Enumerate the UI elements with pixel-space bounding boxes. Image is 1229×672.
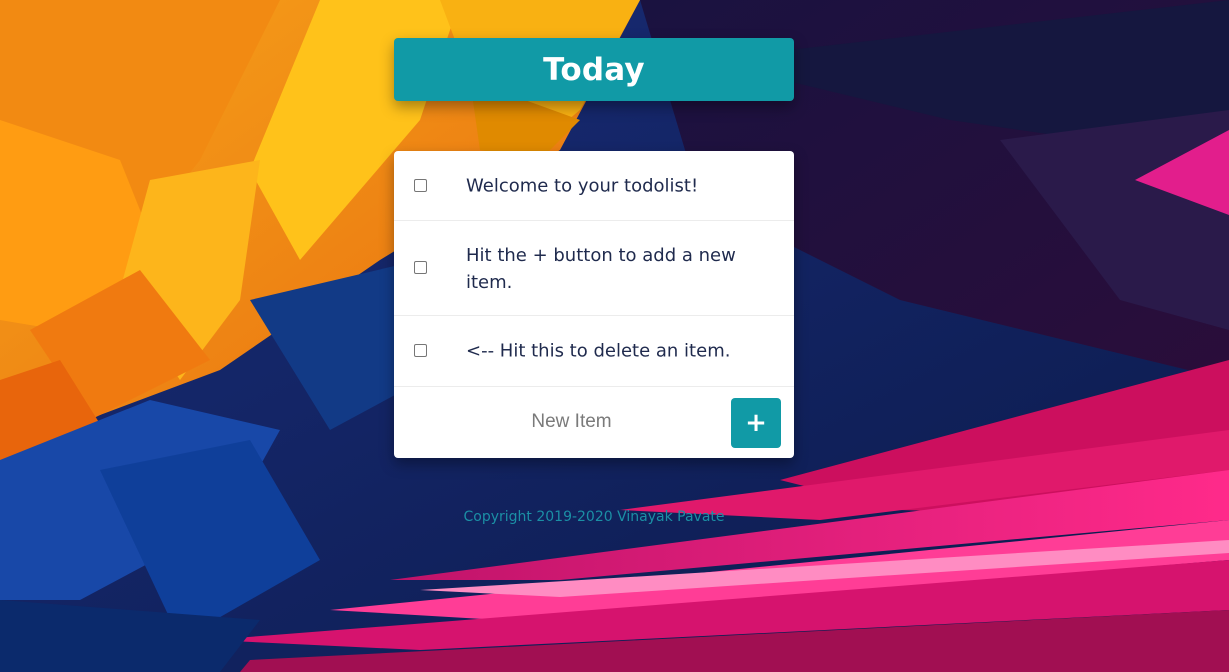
page-title: Today <box>543 51 645 88</box>
new-item-row: + <box>394 387 794 458</box>
add-item-button[interactable]: + <box>731 398 781 448</box>
list-item: <-- Hit this to delete an item. <box>394 316 794 387</box>
title-banner: Today <box>394 38 794 101</box>
todo-list: Welcome to your todolist! Hit the + butt… <box>394 151 794 458</box>
item-text: Welcome to your todolist! <box>466 175 699 196</box>
copyright-footer: Copyright 2019-2020 Vinayak Pavate <box>463 509 725 525</box>
item-checkbox[interactable] <box>414 261 427 274</box>
item-text: Hit the + button to add a new item. <box>466 245 736 293</box>
item-checkbox[interactable] <box>414 344 427 357</box>
item-text: <-- Hit this to delete an item. <box>466 340 731 362</box>
new-item-input[interactable] <box>414 399 729 445</box>
list-item: Welcome to your todolist! <box>394 151 794 221</box>
list-item: Hit the + button to add a new item. <box>394 221 794 316</box>
item-checkbox[interactable] <box>414 178 427 192</box>
